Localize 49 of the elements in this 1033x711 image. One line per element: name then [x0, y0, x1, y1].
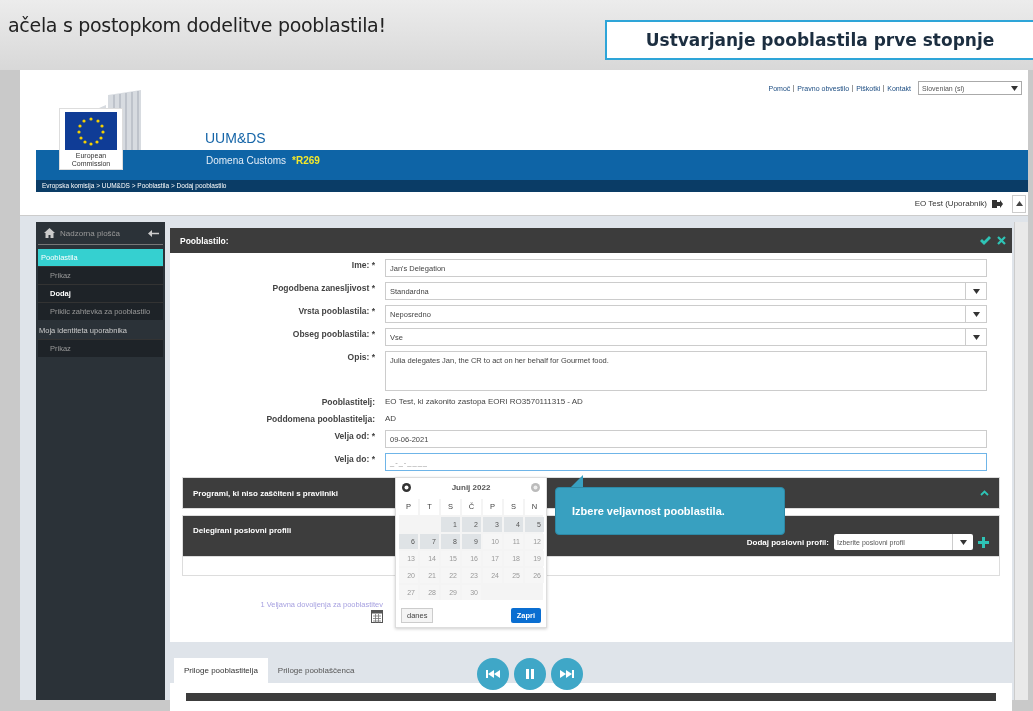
- skip-back-icon: [486, 670, 500, 678]
- banner-caption: ačela s postopkom dodelitve pooblastila!: [7, 13, 386, 36]
- sidebar-header[interactable]: Nadzorna plošča: [60, 228, 143, 238]
- field-label: Obseg pooblastila: *: [291, 328, 376, 340]
- field-label: Pooblastitelj:: [320, 396, 376, 408]
- panel-title: Pooblastilo:: [180, 235, 230, 246]
- calendar-icon[interactable]: [371, 610, 383, 623]
- field-label: Vrsta pooblastila: *: [297, 305, 376, 317]
- tooltip: Izbere veljavnost pooblastila.: [555, 487, 785, 535]
- caret-icon: [972, 334, 980, 340]
- section-title: Delegirani poslovni profili: [193, 526, 292, 535]
- close-icon[interactable]: [997, 236, 1006, 245]
- plus-icon[interactable]: [978, 536, 989, 548]
- month-title: Junij 2022: [451, 483, 491, 492]
- caret-icon: [972, 311, 980, 317]
- pause-button[interactable]: [514, 658, 546, 690]
- site-title: UUM&DS: [205, 130, 266, 148]
- field-label: Ime: *: [350, 259, 376, 271]
- caret-icon: [959, 539, 967, 545]
- domain-label: Domena Customs: [206, 155, 287, 166]
- field-value: AD: [385, 413, 397, 425]
- banner-title: Ustvarjanje pooblastila prve stopnje: [605, 20, 1033, 60]
- field-label: Velja od: *: [333, 430, 376, 442]
- logout-icon[interactable]: [992, 198, 1003, 209]
- field-label: Opis: *: [346, 351, 376, 363]
- scroll-up-button[interactable]: [1012, 194, 1026, 213]
- caret-icon: [1011, 85, 1018, 91]
- field-label: Pogodbena zanesljivost *: [271, 282, 376, 294]
- skip-forward-icon: [560, 670, 574, 678]
- arrow-left-icon[interactable]: [148, 229, 159, 237]
- home-icon: [44, 228, 55, 238]
- user-name: EO Test (Uporabnik): [914, 199, 987, 208]
- rewind-button[interactable]: [477, 658, 509, 690]
- forward-button[interactable]: [551, 658, 583, 690]
- tab[interactable]: Priloge pooblastitelja: [174, 658, 268, 683]
- chevron-up-icon: [980, 490, 989, 496]
- domain-code: *R269: [292, 155, 320, 166]
- scrollbar[interactable]: [1014, 222, 1028, 700]
- tab[interactable]: Priloge pooblaščenca: [267, 658, 365, 683]
- check-icon[interactable]: [980, 236, 991, 245]
- field-label: Poddomena pooblastitelja:: [265, 413, 376, 425]
- add-profile-label: Dodaj poslovni profil:: [746, 537, 829, 547]
- caret-icon: [972, 288, 980, 294]
- caret-up-icon: [1015, 201, 1023, 206]
- pause-icon: [526, 669, 534, 679]
- previous-month-icon[interactable]: [402, 483, 411, 492]
- field-label: Velja do: *: [333, 453, 376, 465]
- eu-flag-icon: [65, 112, 117, 150]
- field-value: EO Test, ki zakonito zastopa EORI RO3570111315 - AD: [385, 396, 583, 408]
